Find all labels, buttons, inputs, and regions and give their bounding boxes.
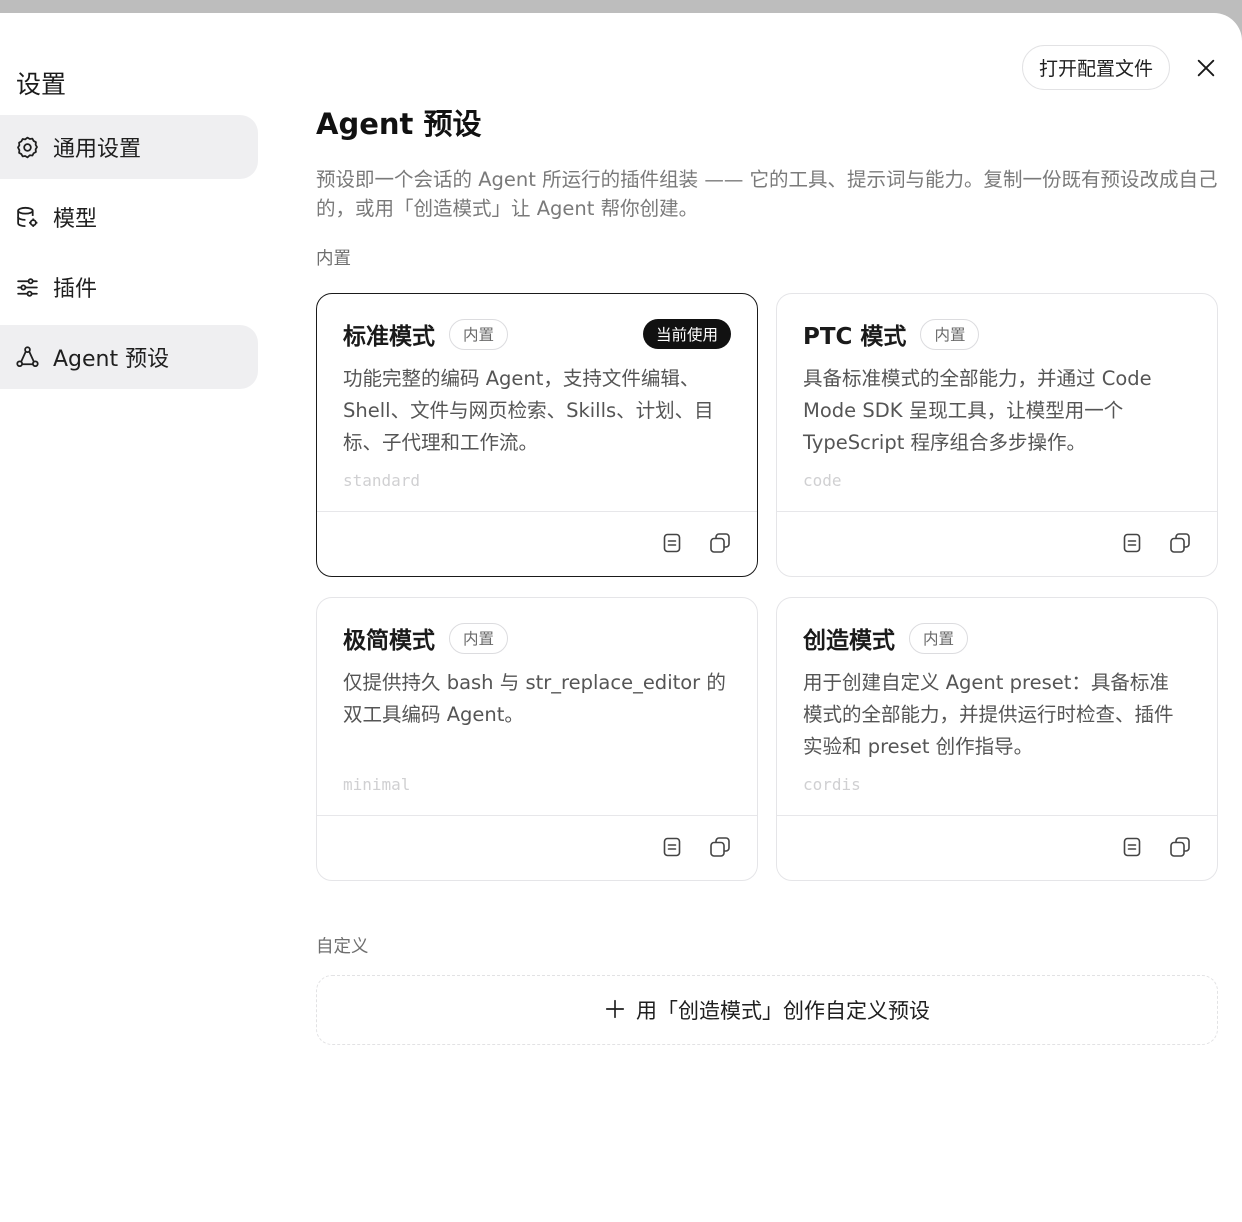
builtin-badge: 内置 [449, 622, 509, 654]
preset-slug: minimal [343, 775, 411, 794]
close-icon[interactable] [1188, 50, 1224, 86]
preset-description: 仅提供持久 bash 与 str_replace_editor 的双工具编码 A… [343, 671, 726, 726]
preset-name: 极简模式 [343, 628, 435, 654]
preset-name: PTC 模式 [803, 324, 907, 350]
sidebar-item-label: Agent 预设 [53, 347, 170, 372]
create-custom-preset-button[interactable]: 用「创造模式」创作自定义预设 [316, 975, 1218, 1045]
sliders-icon [14, 274, 40, 300]
preset-description: 用于创建自定义 Agent preset：具备标准模式的全部能力，并提供运行时检… [803, 671, 1174, 758]
preset-card-minimal[interactable]: 极简模式 内置 仅提供持久 bash 与 str_replace_editor … [316, 597, 758, 881]
plus-icon [604, 994, 626, 1027]
builtin-badge: 内置 [449, 318, 509, 350]
database-icon [14, 204, 40, 230]
preset-slug: code [803, 471, 842, 490]
sidebar: 通用设置 模型 插件 Agent 预设 [0, 115, 258, 395]
page-title: Agent 预设 [316, 107, 482, 141]
view-document-icon[interactable] [1119, 834, 1145, 860]
settings-modal: 设置 通用设置 模型 插件 Agent 预设 打开配置文件 Agent 预设 预… [0, 13, 1242, 1222]
preset-name: 标准模式 [343, 324, 435, 350]
gear-icon [14, 134, 40, 160]
page-description: 预设即一个会话的 Agent 所运行的插件组装 —— 它的工具、提示词与能力。复… [316, 168, 1218, 220]
sidebar-item-agent-presets[interactable]: Agent 预设 [0, 325, 258, 389]
header-actions: 打开配置文件 [1021, 45, 1224, 90]
sidebar-item-label: 模型 [53, 207, 98, 232]
preset-description: 具备标准模式的全部能力，并通过 Code Mode SDK 呈现工具，让模型用一… [803, 367, 1152, 454]
view-document-icon[interactable] [1119, 530, 1145, 556]
sidebar-item-models[interactable]: 模型 [0, 185, 258, 249]
create-button-label: 用「创造模式」创作自定义预设 [636, 999, 930, 1023]
current-badge: 当前使用 [642, 319, 731, 349]
duplicate-icon[interactable] [707, 530, 733, 556]
preset-card-standard[interactable]: 标准模式 内置 当前使用 功能完整的编码 Agent，支持文件编辑、Shell、… [316, 293, 758, 577]
sidebar-item-label: 通用设置 [53, 137, 142, 162]
duplicate-icon[interactable] [1167, 530, 1193, 556]
sidebar-item-general[interactable]: 通用设置 [0, 115, 258, 179]
preset-slug: standard [343, 471, 421, 490]
preset-name: 创造模式 [803, 628, 895, 654]
settings-title: 设置 [16, 70, 67, 99]
nodes-icon [14, 344, 40, 370]
preset-description: 功能完整的编码 Agent，支持文件编辑、Shell、文件与网页检索、Skill… [343, 367, 714, 454]
open-config-button[interactable]: 打开配置文件 [1021, 45, 1170, 90]
duplicate-icon[interactable] [1167, 834, 1193, 860]
preset-card-create[interactable]: 创造模式 内置 用于创建自定义 Agent preset：具备标准模式的全部能力… [776, 597, 1218, 881]
main-content: Agent 预设 预设即一个会话的 Agent 所运行的插件组装 —— 它的工具… [316, 101, 1218, 270]
builtin-badge: 内置 [909, 622, 969, 654]
card-divider [777, 815, 1217, 816]
sidebar-item-plugins[interactable]: 插件 [0, 255, 258, 319]
preset-card-ptc[interactable]: PTC 模式 内置 具备标准模式的全部能力，并通过 Code Mode SDK … [776, 293, 1218, 577]
view-document-icon[interactable] [659, 834, 685, 860]
sidebar-item-label: 插件 [53, 277, 98, 302]
builtin-badge: 内置 [920, 318, 980, 350]
card-divider [777, 511, 1217, 512]
card-divider [317, 511, 757, 512]
preset-slug: cordis [803, 775, 861, 794]
builtin-section-label: 内置 [316, 249, 351, 269]
duplicate-icon[interactable] [707, 834, 733, 860]
view-document-icon[interactable] [659, 530, 685, 556]
custom-section-label: 自定义 [316, 937, 369, 957]
card-divider [317, 815, 757, 816]
